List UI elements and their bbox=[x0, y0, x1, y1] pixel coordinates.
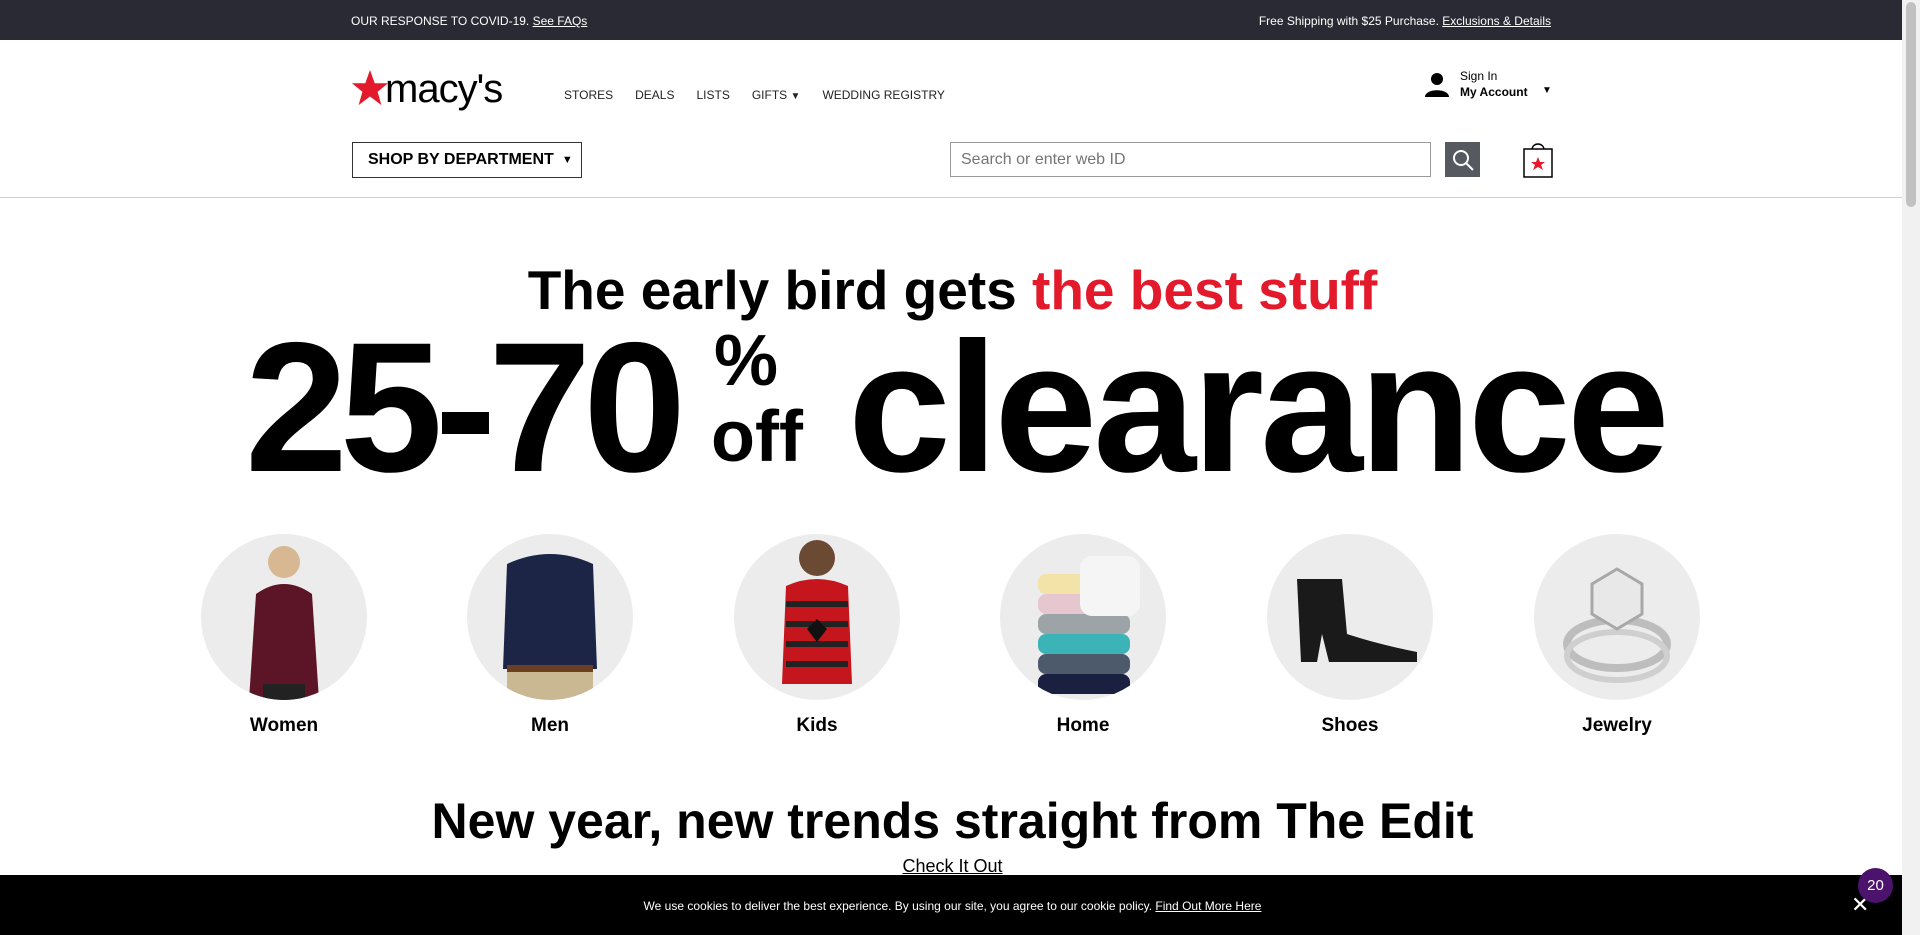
shop-by-department-label: SHOP BY DEPARTMENT bbox=[368, 151, 554, 168]
clearance-word: clearance bbox=[848, 305, 1670, 511]
check-it-out-link[interactable]: Check It Out bbox=[902, 856, 1002, 876]
my-account-label[interactable]: My Account bbox=[1460, 85, 1528, 99]
home-image bbox=[1000, 534, 1166, 700]
shipping-text: Free Shipping with $25 Purchase. bbox=[1258, 14, 1439, 28]
category-label: Men bbox=[531, 715, 569, 736]
category-label: Shoes bbox=[1321, 715, 1379, 736]
category-row: Women Men Kids Home Shoes Jewelry bbox=[201, 534, 1701, 744]
nav-stores[interactable]: STORES bbox=[564, 88, 613, 102]
category-label: Home bbox=[1056, 715, 1110, 736]
utility-bar: OUR RESPONSE TO COVID-19. See FAQs Free … bbox=[0, 0, 1902, 40]
cookie-policy-link[interactable]: Find Out More Here bbox=[1155, 899, 1261, 913]
cookie-text: We use cookies to deliver the best exper… bbox=[643, 899, 1153, 913]
nav-deals[interactable]: DEALS bbox=[635, 88, 674, 102]
category-home[interactable]: Home bbox=[1000, 534, 1166, 737]
search-icon bbox=[1452, 149, 1474, 171]
chat-badge[interactable]: 20 bbox=[1858, 868, 1893, 903]
star-icon bbox=[351, 69, 389, 106]
shop-by-department-button[interactable]: SHOP BY DEPARTMENT ▼ bbox=[352, 142, 582, 178]
nav-lists[interactable]: LISTS bbox=[696, 88, 729, 102]
category-label: Kids bbox=[796, 715, 838, 736]
women-image bbox=[201, 534, 367, 700]
category-women[interactable]: Women bbox=[201, 534, 367, 737]
discount-range: 25-70 bbox=[245, 305, 686, 511]
nav-gifts[interactable]: GIFTS ▼ bbox=[752, 88, 801, 102]
sign-in-link[interactable]: Sign In bbox=[1460, 69, 1497, 83]
chevron-down-icon: ▼ bbox=[790, 91, 801, 102]
category-label: Jewelry bbox=[1582, 715, 1652, 736]
edit-link-wrap: Check It Out bbox=[0, 856, 1905, 877]
covid-notice: OUR RESPONSE TO COVID-19. See FAQs bbox=[351, 14, 587, 28]
covid-faq-link[interactable]: See FAQs bbox=[533, 14, 588, 28]
logo-wordmark: macy's bbox=[385, 67, 503, 111]
site-header: macy's STORES DEALS LISTS GIFTS ▼ WEDDIN… bbox=[0, 40, 1902, 198]
men-image bbox=[467, 534, 633, 700]
nav-wedding-registry[interactable]: WEDDING REGISTRY bbox=[822, 88, 944, 102]
category-kids[interactable]: Kids bbox=[734, 534, 900, 737]
shipping-notice: Free Shipping with $25 Purchase. Exclusi… bbox=[1259, 14, 1551, 28]
nav-gifts-label: GIFTS bbox=[751, 88, 788, 102]
cookie-message: We use cookies to deliver the best exper… bbox=[0, 899, 1905, 913]
search-input[interactable] bbox=[950, 142, 1431, 177]
cookie-banner: We use cookies to deliver the best exper… bbox=[0, 875, 1902, 935]
category-jewelry[interactable]: Jewelry bbox=[1534, 534, 1700, 737]
off-label: off bbox=[711, 397, 803, 477]
percent-sign: % bbox=[714, 321, 779, 401]
chevron-down-icon: ▼ bbox=[1542, 85, 1552, 96]
shopping-bag-icon[interactable] bbox=[1523, 140, 1553, 178]
jewelry-image bbox=[1534, 534, 1700, 700]
edit-section-title: New year, new trends straight from The E… bbox=[431, 793, 1474, 849]
category-label: Women bbox=[249, 715, 319, 736]
main-nav: STORES DEALS LISTS GIFTS ▼ WEDDING REGIS… bbox=[564, 88, 945, 102]
search-button[interactable] bbox=[1445, 142, 1480, 177]
user-icon bbox=[1425, 73, 1449, 97]
kids-image bbox=[734, 534, 900, 700]
scrollbar[interactable] bbox=[1902, 0, 1920, 935]
chevron-down-icon: ▼ bbox=[561, 154, 573, 166]
category-shoes[interactable]: Shoes bbox=[1267, 534, 1433, 737]
covid-text: OUR RESPONSE TO COVID-19. bbox=[351, 14, 530, 28]
category-men[interactable]: Men bbox=[467, 534, 633, 737]
shipping-details-link[interactable]: Exclusions & Details bbox=[1442, 14, 1551, 28]
scrollbar-thumb[interactable] bbox=[1906, 2, 1916, 207]
shoes-image bbox=[1267, 534, 1433, 700]
